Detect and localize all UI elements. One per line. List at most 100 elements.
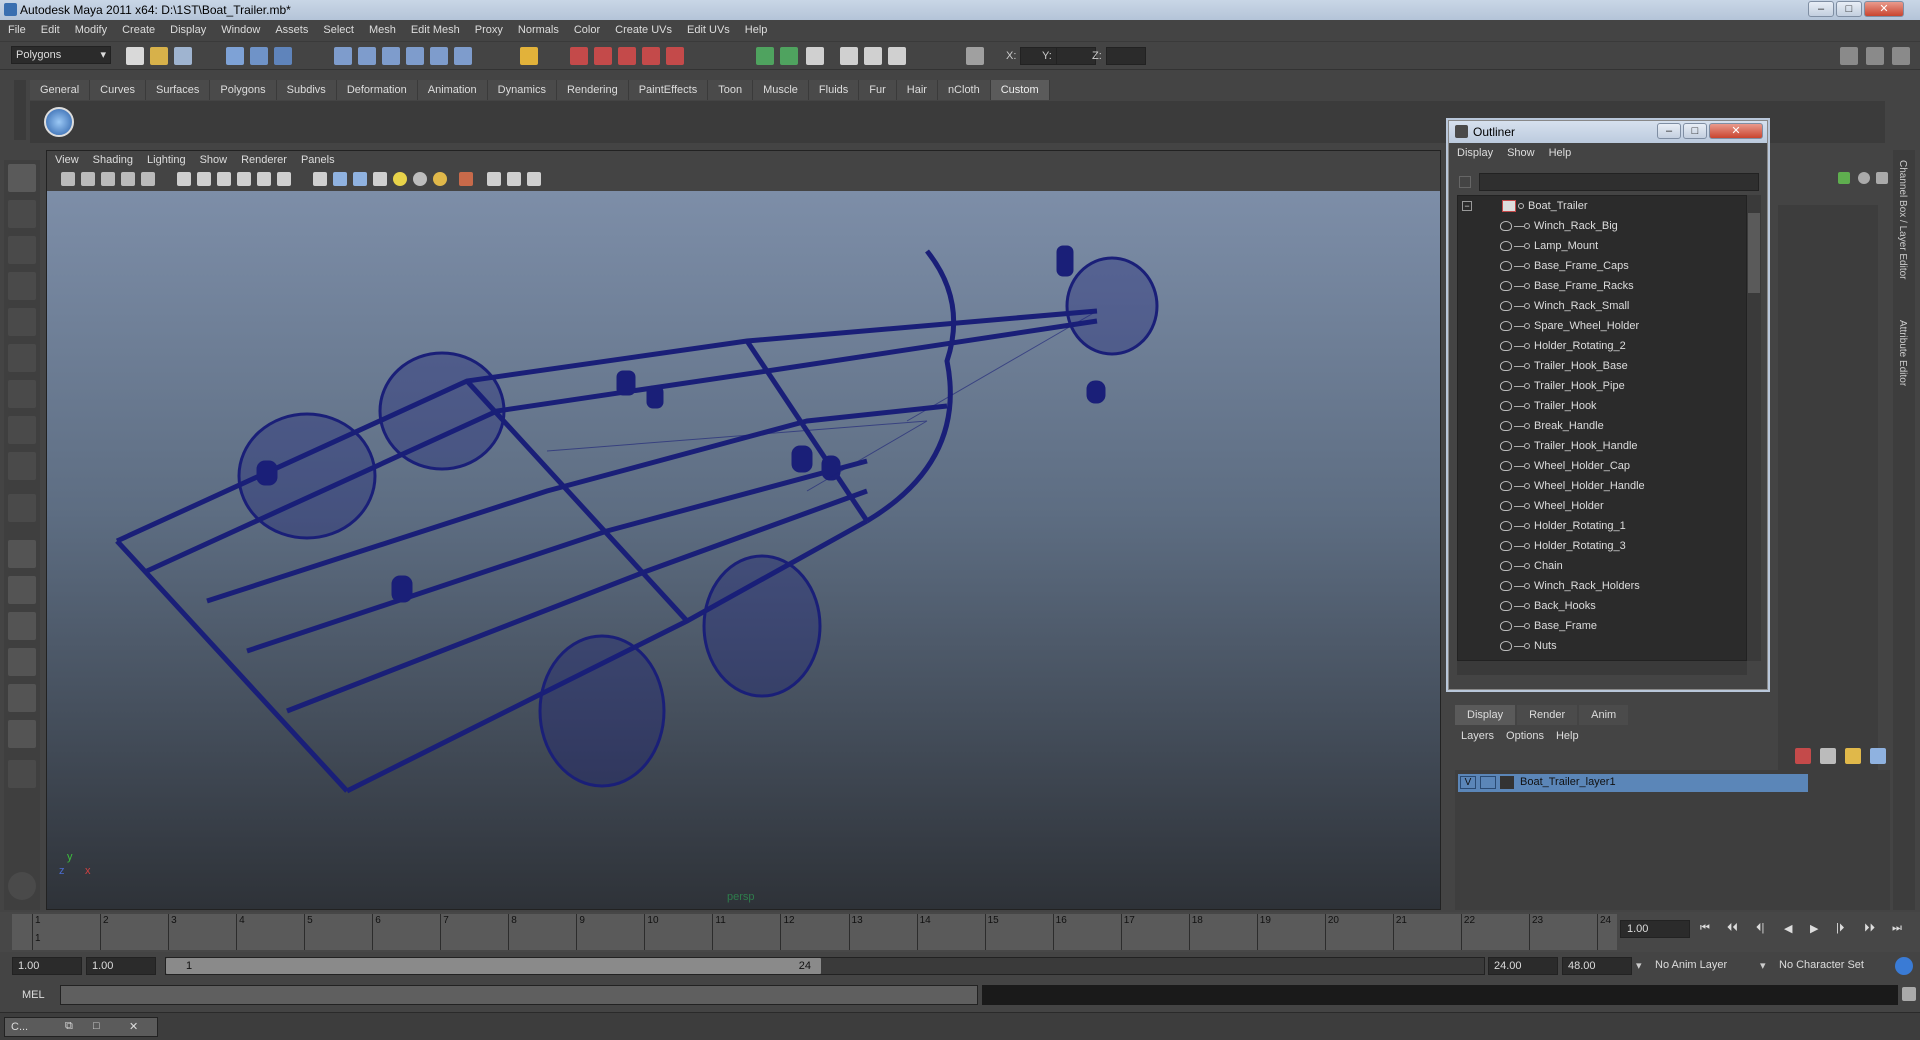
select-component-icon[interactable] — [274, 47, 292, 65]
collapse-icon[interactable]: − — [1462, 201, 1472, 211]
render-frame-icon[interactable] — [756, 47, 774, 65]
grid-toggle-icon[interactable] — [141, 172, 155, 186]
shelf-tab-animation[interactable]: Animation — [417, 80, 488, 100]
step-forward-key-icon[interactable]: ⏵⏵ — [1864, 922, 1875, 935]
play-forward-icon[interactable]: ▶ — [1810, 922, 1818, 935]
close-icon[interactable]: ✕ — [129, 1020, 138, 1033]
viewport-menu-panels[interactable]: Panels — [293, 151, 341, 166]
move-layer-down-icon[interactable] — [1870, 748, 1886, 764]
soft-mod-tool-icon[interactable] — [8, 416, 36, 444]
paint-select-tool-icon[interactable] — [8, 236, 36, 264]
layer-tab-display[interactable]: Display — [1455, 705, 1516, 725]
shelf-tab-curves[interactable]: Curves — [90, 80, 146, 100]
outliner-horizontal-scrollbar[interactable] — [1457, 661, 1747, 675]
outliner-item[interactable]: Winch_Rack_Big — [1458, 216, 1746, 236]
viewport-menu-shading[interactable]: Shading — [85, 151, 139, 166]
shelf-menu-handle[interactable] — [14, 80, 26, 140]
snap-view-icon[interactable] — [454, 47, 472, 65]
minimize-button[interactable]: – — [1808, 1, 1834, 17]
outliner-item[interactable]: Lamp_Mount — [1458, 236, 1746, 256]
snap-point-icon[interactable] — [382, 47, 400, 65]
layer-menu-options[interactable]: Options — [1500, 728, 1550, 742]
layout-icon[interactable] — [1840, 47, 1858, 65]
render-globals-icon[interactable] — [888, 47, 906, 65]
rotate-tool-icon[interactable] — [8, 308, 36, 336]
outliner-item[interactable]: Trailer_Hook_Base — [1458, 356, 1746, 376]
tool-settings-toggle-icon[interactable] — [1892, 47, 1910, 65]
z-coord-field[interactable] — [1106, 47, 1146, 65]
open-scene-icon[interactable] — [150, 47, 168, 65]
menu-color[interactable]: Color — [566, 20, 607, 36]
layer-playback-toggle[interactable] — [1480, 776, 1496, 789]
outliner-vertical-scrollbar[interactable] — [1747, 195, 1761, 661]
camera-attributes-icon[interactable] — [81, 172, 95, 186]
move-tool-icon[interactable] — [8, 272, 36, 300]
lock-icon[interactable] — [520, 47, 538, 65]
outliner-maximize-button[interactable]: □ — [1683, 123, 1707, 139]
gate-mask-icon[interactable] — [217, 172, 231, 186]
shadows-icon[interactable] — [433, 172, 447, 186]
scale-tool-icon[interactable] — [8, 344, 36, 372]
outliner-item[interactable]: Holder_Rotating_1 — [1458, 516, 1746, 536]
shelf-tab-dynamics[interactable]: Dynamics — [487, 80, 557, 100]
single-perspective-layout-icon[interactable] — [8, 540, 36, 568]
outliner-menu-help[interactable]: Help — [1541, 144, 1578, 159]
outliner-search-input[interactable] — [1479, 173, 1759, 191]
channel-pencil-icon[interactable] — [1876, 172, 1888, 184]
menu-assets[interactable]: Assets — [267, 20, 315, 36]
current-frame-field[interactable]: 1.00 — [1620, 920, 1690, 938]
layer-menu-layers[interactable]: Layers — [1455, 728, 1500, 742]
menu-window[interactable]: Window — [213, 20, 267, 36]
maximize-button[interactable]: □ — [1836, 1, 1862, 17]
menu-edit-mesh[interactable]: Edit Mesh — [403, 20, 467, 36]
render-settings-icon[interactable] — [806, 47, 824, 65]
close-button[interactable]: ✕ — [1864, 1, 1904, 17]
safe-action-icon[interactable] — [257, 172, 271, 186]
textured-icon[interactable] — [373, 172, 387, 186]
history-icon[interactable] — [570, 47, 588, 65]
new-scene-icon[interactable] — [126, 47, 144, 65]
shelf-tab-general[interactable]: General — [30, 80, 91, 100]
outliner-filter-icon[interactable] — [1459, 176, 1471, 188]
snap-grid-icon[interactable] — [334, 47, 352, 65]
default-lighting-icon[interactable] — [393, 172, 407, 186]
channel-circle-icon[interactable] — [1858, 172, 1870, 184]
step-back-key-icon[interactable]: ⏴⏴ — [1727, 922, 1738, 935]
shelf-tab-hair[interactable]: Hair — [896, 80, 938, 100]
playback-start-field[interactable]: 1.00 — [86, 957, 156, 975]
outliner-minimize-button[interactable]: – — [1657, 123, 1681, 139]
channel-key-icon[interactable] — [1838, 172, 1850, 184]
smooth-shading-icon[interactable] — [333, 172, 347, 186]
step-back-frame-icon[interactable]: ⏴| — [1756, 922, 1764, 935]
maximize-icon[interactable]: □ — [93, 1020, 100, 1032]
mel-label[interactable]: MEL — [22, 989, 45, 1001]
outliner-vscroll-thumb[interactable] — [1748, 213, 1760, 293]
menu-display[interactable]: Display — [162, 20, 213, 36]
layer-row[interactable]: V Boat_Trailer_layer1 — [1458, 774, 1808, 792]
go-to-end-icon[interactable]: ⏭ — [1892, 922, 1902, 935]
snap-live-icon[interactable] — [430, 47, 448, 65]
shelf-tab-subdivs[interactable]: Subdivs — [276, 80, 337, 100]
viewport-menu-lighting[interactable]: Lighting — [139, 151, 192, 166]
outliner-item[interactable]: Winch_Rack_Holders — [1458, 576, 1746, 596]
outliner-item[interactable]: Chain — [1458, 556, 1746, 576]
ipr-render-icon[interactable] — [780, 47, 798, 65]
layer-visibility-toggle[interactable]: V — [1460, 776, 1476, 789]
viewport-menu-renderer[interactable]: Renderer — [233, 151, 293, 166]
layer-tab-anim[interactable]: Anim — [1579, 705, 1629, 725]
menu-create[interactable]: Create — [114, 20, 162, 36]
layer-tab-render[interactable]: Render — [1517, 705, 1578, 725]
magnet-icon[interactable] — [666, 47, 684, 65]
save-scene-icon[interactable] — [174, 47, 192, 65]
layer-menu-help[interactable]: Help — [1550, 728, 1585, 742]
outliner-item[interactable]: Back_Hooks — [1458, 596, 1746, 616]
outliner-item[interactable]: Holder_Rotating_2 — [1458, 336, 1746, 356]
outliner-item[interactable]: Trailer_Hook_Handle — [1458, 436, 1746, 456]
shelf-tab-deformation[interactable]: Deformation — [336, 80, 418, 100]
minimized-window[interactable]: C... ⧉ □ ✕ — [4, 1017, 158, 1037]
playback-end-field[interactable]: 24.00 — [1488, 957, 1558, 975]
outliner-item[interactable]: Break_Handle — [1458, 416, 1746, 436]
outliner-item[interactable]: Holder_Rotating_3 — [1458, 536, 1746, 556]
shelf-tab-custom[interactable]: Custom — [990, 80, 1050, 100]
safe-title-icon[interactable] — [277, 172, 291, 186]
